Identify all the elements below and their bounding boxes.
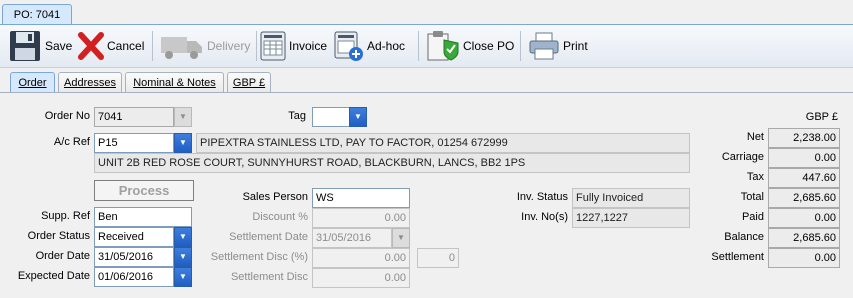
- delivery-icon: [161, 37, 202, 59]
- expected-date-label: Expected Date: [17, 270, 90, 282]
- settlement-disc-label: Settlement Disc: [230, 271, 308, 283]
- invoice-button[interactable]: Invoice: [260, 25, 327, 67]
- order-no-label: Order No: [44, 110, 90, 122]
- adhoc-icon: [334, 31, 363, 61]
- settlement-date-label: Settlement Date: [229, 231, 308, 243]
- balance-value: 2,685.60: [768, 228, 840, 248]
- inv-nos-field: 1227,1227: [572, 208, 690, 228]
- delivery-label: Delivery: [207, 39, 251, 53]
- adhoc-button[interactable]: Ad-hoc: [334, 25, 405, 67]
- tag-label: Tag: [288, 110, 306, 122]
- order-no-field[interactable]: 7041: [94, 107, 174, 127]
- tab-nominal-notes[interactable]: Nominal & Notes: [125, 72, 224, 93]
- toolbar-separator: [152, 31, 153, 61]
- tab-order[interactable]: Order: [10, 72, 55, 93]
- total-value: 2,685.60: [768, 188, 840, 208]
- net-value: 2,238.00: [768, 128, 840, 148]
- tab-gbp[interactable]: GBP £: [227, 72, 271, 93]
- invoice-icon: [260, 31, 286, 61]
- settlement-disc-pct-field[interactable]: 0.00: [312, 248, 410, 268]
- po-tab[interactable]: PO: 7041: [2, 4, 72, 25]
- process-button[interactable]: Process: [94, 180, 194, 201]
- tab-addresses[interactable]: Addresses: [58, 72, 122, 93]
- order-status-field[interactable]: Received: [94, 227, 174, 247]
- supplier-address-line2: UNIT 2B RED ROSE COURT, SUNNYHURST ROAD,…: [94, 153, 690, 173]
- sales-person-label: Sales Person: [242, 191, 308, 203]
- settlement-date-dropdown[interactable]: ▼: [392, 228, 410, 248]
- inv-status-field: Fully Invoiced: [572, 188, 690, 208]
- supplier-name-address-line1: PIPEXTRA STAINLESS LTD, PAY TO FACTOR, 0…: [196, 133, 690, 153]
- discount-label: Discount %: [252, 211, 308, 223]
- balance-label: Balance: [724, 231, 764, 243]
- print-label: Print: [563, 39, 588, 53]
- settlement-days-field[interactable]: 0: [417, 248, 459, 268]
- net-label: Net: [746, 131, 764, 143]
- toolbar-separator: [520, 31, 521, 61]
- paid-label: Paid: [741, 211, 764, 223]
- paid-value: 0.00: [768, 208, 840, 228]
- invoice-label: Invoice: [289, 39, 328, 53]
- order-date-label: Order Date: [35, 250, 90, 262]
- expected-date-field[interactable]: 01/06/2016: [94, 267, 174, 287]
- tax-label: Tax: [746, 171, 764, 183]
- ac-ref-field[interactable]: P15: [94, 133, 174, 153]
- cancel-label: Cancel: [107, 39, 145, 53]
- print-button[interactable]: Print: [528, 25, 588, 67]
- settlement-disc-pct-label: Settlement Disc (%): [210, 251, 308, 263]
- total-label: Total: [740, 191, 764, 203]
- close-po-icon: [427, 31, 459, 61]
- save-label: Save: [45, 39, 73, 53]
- settlement-value: 0.00: [768, 248, 840, 268]
- expected-date-dropdown[interactable]: ▼: [174, 267, 192, 287]
- carriage-value: 0.00: [768, 148, 840, 168]
- order-status-dropdown[interactable]: ▼: [174, 227, 192, 247]
- tag-field[interactable]: [312, 107, 350, 127]
- supp-ref-label: Supp. Ref: [41, 210, 90, 222]
- carriage-label: Carriage: [721, 151, 764, 163]
- cancel-icon: [78, 32, 104, 60]
- close-po-label: Close PO: [463, 39, 515, 53]
- tag-dropdown[interactable]: ▼: [349, 107, 367, 127]
- tax-value: 447.60: [768, 168, 840, 188]
- print-icon: [529, 32, 559, 60]
- discount-field[interactable]: 0.00: [312, 208, 410, 228]
- inv-status-label: Inv. Status: [516, 191, 568, 203]
- toolbar-separator: [418, 31, 419, 61]
- sales-person-field[interactable]: WS: [312, 188, 410, 208]
- ac-ref-dropdown[interactable]: ▼: [174, 133, 192, 153]
- order-no-dropdown[interactable]: ▼: [174, 107, 192, 127]
- toolbar-separator: [256, 31, 257, 61]
- adhoc-label: Ad-hoc: [367, 39, 406, 53]
- order-date-field[interactable]: 31/05/2016: [94, 247, 174, 267]
- inv-nos-label: Inv. No(s): [521, 211, 568, 223]
- close-po-button[interactable]: Close PO: [426, 25, 514, 67]
- order-date-dropdown[interactable]: ▼: [174, 247, 192, 267]
- cancel-button[interactable]: Cancel: [78, 25, 144, 67]
- settlement-label: Settlement: [711, 251, 764, 263]
- settlement-disc-field[interactable]: 0.00: [312, 268, 410, 288]
- toolbar: Save Cancel Delivery Invoice Ad-hoc Clos…: [0, 25, 853, 68]
- currency-label: GBP £: [805, 111, 838, 123]
- order-status-label: Order Status: [27, 230, 90, 242]
- save-button[interactable]: Save: [8, 25, 72, 67]
- supp-ref-field[interactable]: Ben: [94, 207, 192, 227]
- ac-ref-label: A/c Ref: [53, 136, 90, 148]
- settlement-date-field[interactable]: 31/05/2016: [312, 228, 392, 248]
- delivery-button[interactable]: Delivery: [160, 25, 250, 67]
- save-icon: [10, 31, 40, 61]
